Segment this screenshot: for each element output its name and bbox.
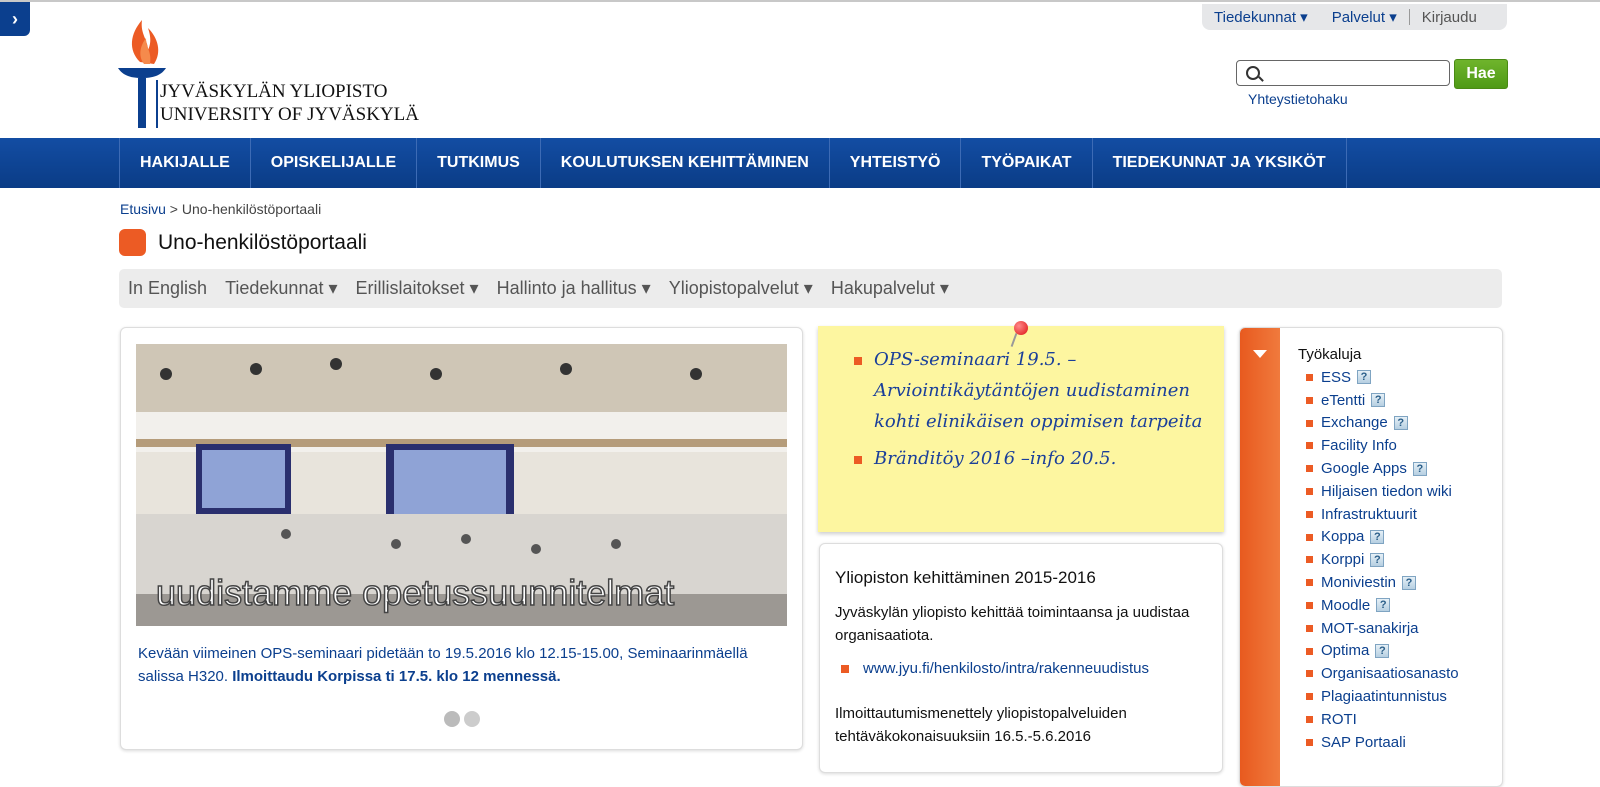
sub-nav-item-separate-institutes[interactable]: Erillislaitokset ▾ (347, 278, 488, 299)
note-item-brand-info[interactable]: Bränditöy 2016 –info 20.5. (854, 443, 1224, 474)
tool-item-label: SAP Portaali (1321, 733, 1406, 751)
tool-item[interactable]: Moniviestin? (1306, 571, 1459, 594)
tool-item[interactable]: SAP Portaali (1306, 731, 1459, 754)
help-icon[interactable]: ? (1376, 598, 1391, 613)
sticky-note: OPS-seminaari 19.5. – Arviointikäytäntöj… (818, 326, 1224, 532)
tool-item-label: Moniviestin (1321, 574, 1397, 592)
sub-nav-item-administration[interactable]: Hallinto ja hallitus ▾ (488, 278, 660, 299)
development-title: Yliopiston kehittäminen 2015-2016 (835, 568, 1096, 587)
tool-item[interactable]: Exchange? (1306, 412, 1459, 435)
tool-item[interactable]: MOT-sanakirja (1306, 617, 1459, 640)
hero-image-text: uudistamme opetussuunnitelmat (155, 571, 675, 614)
utility-faculties-menu[interactable]: Tiedekunnat ▾ (1202, 8, 1320, 26)
hero-caption-emphasis: Ilmoittaudu Korpissa ti 17.5. klo 12 men… (232, 668, 561, 685)
sub-nav-item-english[interactable]: In English (119, 278, 216, 299)
tool-item-label: MOT-sanakirja (1321, 619, 1419, 637)
logo-text[interactable]: JYVÄSKYLÄN YLIOPISTO UNIVERSITY OF JYVÄS… (160, 80, 419, 126)
tool-item[interactable]: Google Apps? (1306, 457, 1459, 480)
main-nav-item-education-development[interactable]: KOULUTUKSEN KEHITTÄMINEN (541, 138, 830, 188)
tool-item-label: Moodle (1321, 596, 1371, 614)
tool-item[interactable]: Organisaatiosanasto (1306, 662, 1459, 685)
tools-collapse-bar[interactable] (1240, 328, 1280, 786)
tool-item-label: Koppa (1321, 528, 1365, 546)
breadcrumb-home-link[interactable]: Etusivu (120, 201, 166, 217)
hero-caption[interactable]: Kevään viimeinen OPS-seminaari pidetään … (138, 642, 778, 688)
carousel-dots (444, 711, 480, 727)
tool-item-label: Plagiaatintunnistus (1321, 688, 1447, 706)
search-input[interactable] (1236, 60, 1450, 86)
main-nav-item-applicants[interactable]: HAKIJALLE (119, 138, 251, 188)
tool-item[interactable]: Facility Info (1306, 434, 1459, 457)
tool-item[interactable]: ESS? (1306, 366, 1459, 389)
help-icon[interactable]: ? (1371, 393, 1386, 408)
development-text: Jyväskylän yliopisto kehittää toimintaan… (835, 604, 1190, 644)
tool-item[interactable]: ROTI (1306, 708, 1459, 731)
help-icon[interactable]: ? (1412, 461, 1427, 476)
tool-item-label: Exchange (1321, 414, 1388, 432)
contact-search-link[interactable]: Yhteystietohaku (1248, 91, 1348, 107)
development-panel: Yliopiston kehittäminen 2015-2016 Jyväsk… (819, 543, 1223, 773)
tool-item-label: Optima (1321, 642, 1370, 660)
main-nav-item-faculties-units[interactable]: TIEDEKUNNAT JA YKSIKÖT (1093, 138, 1347, 188)
sub-nav-item-search-services[interactable]: Hakupalvelut ▾ (822, 278, 958, 299)
breadcrumb-separator: > (165, 201, 182, 217)
login-link[interactable]: Kirjaudu (1410, 9, 1489, 26)
tool-item[interactable]: Infrastruktuurit (1306, 503, 1459, 526)
note-item-ops-seminar[interactable]: OPS-seminaari 19.5. – Arviointikäytäntöj… (854, 344, 1224, 437)
utility-nav: Tiedekunnat ▾ Palvelut ▾ Kirjaudu (1202, 4, 1507, 30)
tool-item-label: eTentti (1321, 391, 1366, 409)
tool-item[interactable]: Koppa? (1306, 526, 1459, 549)
pushpin-icon (1014, 321, 1028, 335)
breadcrumb-current: Uno-henkilöstöportaali (181, 201, 322, 217)
development-registration-text: Ilmoittautumismenettely yliopistopalvelu… (835, 705, 1127, 745)
page-title: Uno-henkilöstöportaali (158, 230, 367, 254)
site-header: JYVÄSKYLÄN YLIOPISTO UNIVERSITY OF JYVÄS… (0, 2, 1600, 138)
main-nav: HAKIJALLE OPISKELIJALLE TUTKIMUS KOULUTU… (0, 138, 1600, 188)
help-icon[interactable]: ? (1370, 552, 1385, 567)
tool-item[interactable]: Hiljaisen tiedon wiki (1306, 480, 1459, 503)
tools-list: ESS? eTentti? Exchange? Facility Info Google… (1306, 366, 1459, 754)
carousel-dot-1[interactable] (444, 711, 460, 727)
help-icon[interactable]: ? (1393, 415, 1408, 430)
utility-services-menu[interactable]: Palvelut ▾ (1320, 8, 1409, 26)
help-icon[interactable]: ? (1357, 370, 1372, 385)
breadcrumb: Etusivu > Uno-henkilöstöportaali (120, 201, 321, 217)
search-icon (1246, 66, 1260, 80)
tool-item[interactable]: Plagiaatintunnistus (1306, 685, 1459, 708)
tool-item-label: ROTI (1321, 710, 1357, 728)
caret-down-icon (1253, 350, 1267, 358)
main-nav-item-research[interactable]: TUTKIMUS (417, 138, 541, 188)
title-square-icon (119, 229, 146, 256)
sub-nav-item-university-services[interactable]: Yliopistopalvelut ▾ (660, 278, 822, 299)
sub-nav-item-faculties[interactable]: Tiedekunnat ▾ (216, 278, 346, 299)
hero-image[interactable]: uudistamme opetussuunnitelmat (136, 344, 787, 626)
development-link[interactable]: www.jyu.fi/henkilosto/intra/rakenneuudis… (841, 660, 1149, 677)
tool-item-label: Hiljaisen tiedon wiki (1321, 482, 1452, 500)
tool-item-label: Infrastruktuurit (1321, 505, 1417, 523)
help-icon[interactable]: ? (1375, 643, 1390, 658)
logo-line-english: UNIVERSITY OF JYVÄSKYLÄ (160, 104, 419, 125)
page-title-block: Uno-henkilöstöportaali (119, 229, 367, 256)
main-nav-item-cooperation[interactable]: YHTEISTYÖ (830, 138, 962, 188)
tool-item-label: Facility Info (1321, 437, 1397, 455)
help-icon[interactable]: ? (1370, 529, 1385, 544)
search-button[interactable]: Hae (1454, 59, 1508, 89)
tool-item[interactable]: Optima? (1306, 640, 1459, 663)
main-nav-item-jobs[interactable]: TYÖPAIKAT (961, 138, 1093, 188)
logo-line-finnish: JYVÄSKYLÄN YLIOPISTO (160, 81, 388, 102)
tool-item-label: Google Apps (1321, 460, 1407, 478)
tool-item[interactable]: Korppi? (1306, 548, 1459, 571)
tool-item-label: Organisaatiosanasto (1321, 665, 1459, 683)
tools-panel: Työkaluja ESS? eTentti? Exchange? Facility … (1239, 327, 1503, 787)
help-icon[interactable]: ? (1402, 575, 1417, 590)
main-nav-item-students[interactable]: OPISKELIJALLE (251, 138, 418, 188)
tool-item[interactable]: eTentti? (1306, 389, 1459, 412)
carousel-dot-2[interactable] (464, 711, 480, 727)
hero-carousel: uudistamme opetussuunnitelmat Kevään vii… (120, 327, 803, 750)
tool-item-label: Korppi (1321, 551, 1365, 569)
tool-item[interactable]: Moodle? (1306, 594, 1459, 617)
tool-item-label: ESS (1321, 368, 1352, 386)
tools-title: Työkaluja (1298, 346, 1362, 363)
sub-nav: In English Tiedekunnat ▾ Erillislaitokse… (119, 269, 1502, 308)
